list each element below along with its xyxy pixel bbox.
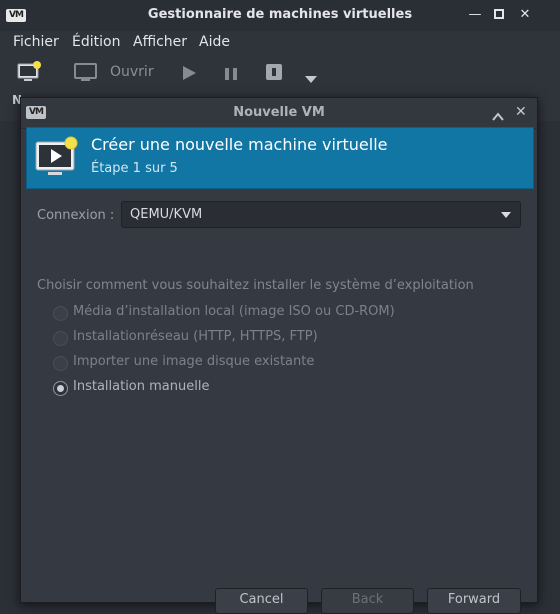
- monitor-icon[interactable]: [74, 63, 98, 83]
- menu-afficher[interactable]: Afficher: [133, 34, 187, 50]
- radio-label: Importer une image disque existante: [73, 354, 315, 369]
- shutdown-icon[interactable]: [265, 63, 283, 85]
- radio-label: Média d’installation local (image ISO ou…: [73, 304, 395, 319]
- main-titlebar: VM Gestionnaire de machines virtuelles —…: [0, 0, 560, 32]
- close-icon[interactable]: ✕: [518, 8, 532, 22]
- install-method-prompt: Choisir comment vous souhaitez installer…: [37, 278, 474, 293]
- dialog-collapse-icon[interactable]: [492, 107, 504, 126]
- run-icon[interactable]: [181, 65, 197, 85]
- menubar: Fichier Édition Afficher Aide: [0, 31, 560, 55]
- new-vm-dialog: VM Nouvelle VM ✕ Créer une nouvelle mach…: [20, 97, 538, 614]
- dialog-close-icon[interactable]: ✕: [515, 104, 527, 120]
- menu-fichier[interactable]: Fichier: [13, 34, 59, 50]
- pause-icon[interactable]: [223, 66, 239, 85]
- banner-title: Créer une nouvelle machine virtuelle: [91, 135, 388, 154]
- menu-aide[interactable]: Aide: [199, 34, 230, 50]
- radio-button[interactable]: [53, 331, 68, 346]
- dialog-title: Nouvelle VM: [233, 105, 325, 120]
- connection-select[interactable]: QEMU/KVM: [121, 201, 521, 228]
- radio-button-selected[interactable]: [53, 381, 68, 396]
- forward-button[interactable]: Forward: [427, 588, 521, 614]
- radio-button[interactable]: [53, 306, 68, 321]
- back-button[interactable]: Back: [321, 588, 414, 614]
- step-indicator: Étape 1 sur 5: [91, 161, 178, 176]
- wizard-banner: Créer une nouvelle machine virtuelle Éta…: [26, 127, 534, 189]
- radio-label: Installationréseau (HTTP, HTTPS, FTP): [73, 329, 318, 344]
- open-button[interactable]: Ouvrir: [110, 64, 154, 80]
- shutdown-menu-chevron-icon[interactable]: [305, 69, 317, 88]
- radio-button[interactable]: [53, 356, 68, 371]
- cancel-button[interactable]: Cancel: [215, 588, 308, 614]
- radio-label: Installation manuelle: [73, 379, 210, 394]
- menu-edition[interactable]: Édition: [72, 34, 120, 50]
- connection-value: QEMU/KVM: [130, 207, 203, 222]
- chevron-down-icon: [501, 212, 511, 218]
- dialog-titlebar: VM Nouvelle VM ✕: [21, 98, 537, 129]
- restore-icon[interactable]: [492, 8, 506, 22]
- minimize-icon[interactable]: —: [468, 8, 482, 22]
- toolbar: Ouvrir: [0, 55, 560, 92]
- new-vm-icon: [17, 61, 41, 81]
- connection-label: Connexion :: [37, 208, 115, 223]
- new-vm-banner-icon: [34, 136, 80, 182]
- new-vm-button[interactable]: [17, 61, 43, 83]
